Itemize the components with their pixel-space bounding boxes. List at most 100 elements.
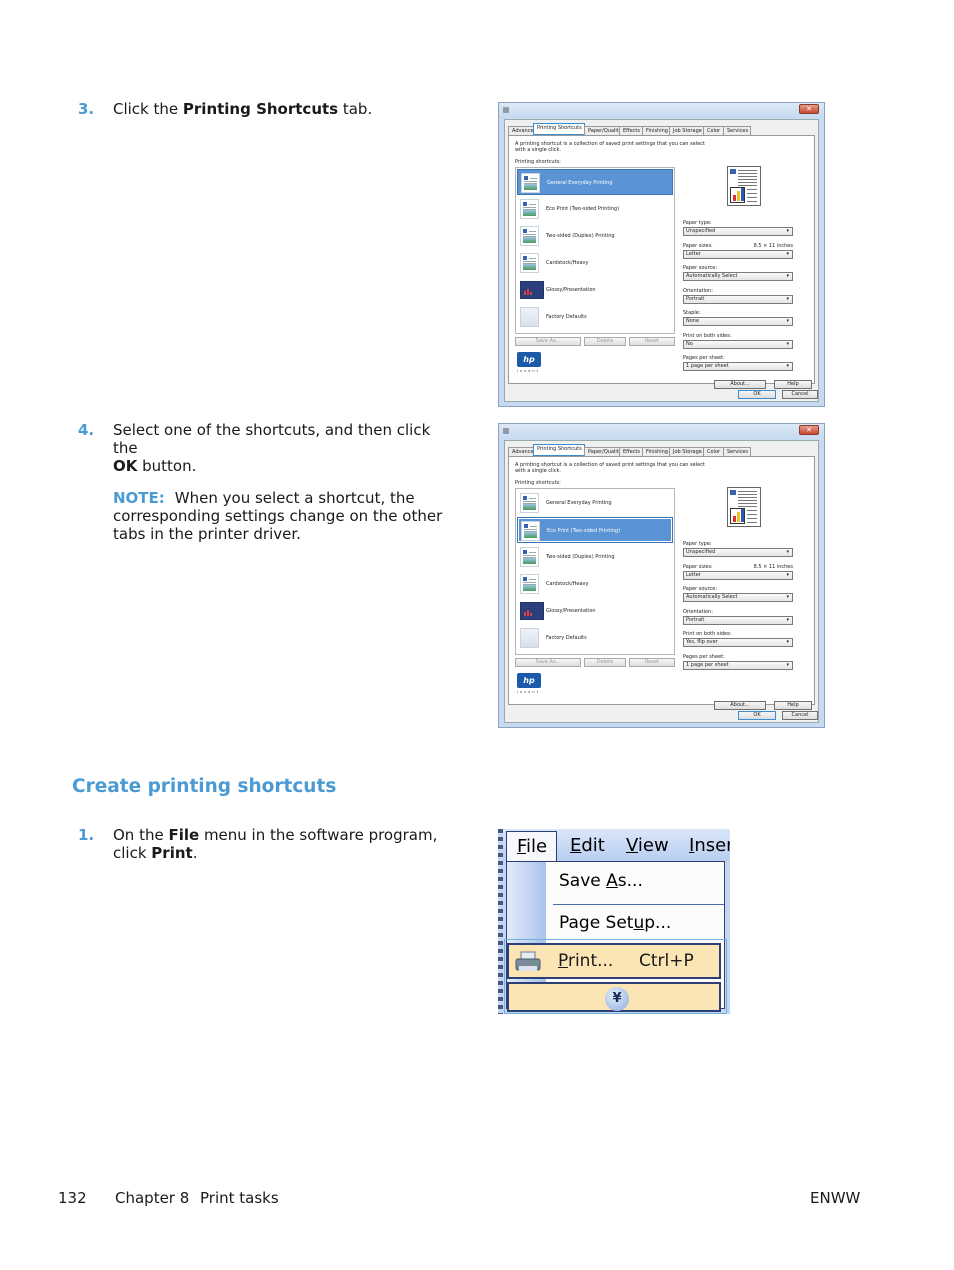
shortcut-item[interactable]: Eco Print (Two-sided Printing) [517,196,673,222]
shortcut-item[interactable]: Eco Print (Two-sided Printing) [517,517,673,543]
help-button[interactable]: Help [774,701,812,710]
chapter-label: Chapter 8 [115,1189,190,1207]
title-bar: ✕ [499,103,824,118]
paper-source-select[interactable]: Automatically Select [683,593,793,602]
tab-effects[interactable]: Effects [619,126,643,135]
cancel-button[interactable]: Cancel [782,390,818,399]
tab-paper-quality[interactable]: Paper/Quality [584,447,622,456]
close-button[interactable]: ✕ [799,104,819,114]
reset-button[interactable]: Reset [629,337,675,346]
shortcuts-list[interactable]: General Everyday Printing Eco Print (Two-… [515,167,675,334]
text: button. [137,457,197,475]
orientation-select[interactable]: Portrait [683,615,793,625]
paper-size-select[interactable]: Letter [683,249,793,259]
tab-printing-shortcuts[interactable]: Printing Shortcuts [533,444,585,456]
printer-dialog-2: ✕ Advanced Printing Shortcuts Paper/Quality… [498,423,825,728]
about-button[interactable]: About... [714,701,766,710]
shortcut-name: General Everyday Printing [546,500,612,506]
delete-button[interactable]: Delete [584,337,626,346]
hp-logo: hp [517,673,541,688]
tab-panel: A printing shortcut is a collection of s… [508,135,815,389]
menu-edit[interactable]: Edit [570,835,605,856]
paper-source-label: Paper source: [683,586,718,592]
tab-paper-quality[interactable]: Paper/Quality [584,126,622,135]
about-button[interactable]: About... [714,380,766,389]
text: On the [113,826,169,844]
pages-per-sheet-select[interactable]: 1 page per sheet [683,660,793,670]
menu-item-page-setup[interactable]: Page Setup... [559,913,671,933]
tab-printing-shortcuts[interactable]: Printing Shortcuts [533,123,585,135]
chevron-double-down-icon[interactable]: ¥ [605,987,629,1011]
section-heading: Create printing shortcuts [72,776,337,797]
description: A printing shortcut is a collection of s… [515,141,705,153]
menu-insert[interactable]: Inser [689,835,730,856]
shortcut-name: Cardstock/Heavy [546,581,589,587]
tab-bar: Advanced Printing Shortcuts Paper/Quality E… [508,123,751,135]
close-button[interactable]: ✕ [799,425,819,435]
shortcut-item[interactable]: Two-sided (Duplex) Printing [517,544,673,570]
step-text: Select one of the shortcuts, and then cl… [113,421,443,543]
tab-effects[interactable]: Effects [619,447,643,456]
menu-item-print[interactable]: Print... Ctrl+P [507,943,721,979]
menu-expand-row[interactable]: ¥ [507,982,721,1012]
help-button[interactable]: Help [774,380,812,389]
text: Select one of the shortcuts, and then cl… [113,421,431,457]
paper-type-select[interactable]: Unspecified [683,227,793,236]
shortcuts-list[interactable]: General Everyday Printing Eco Print (Two-… [515,488,675,655]
menu-view[interactable]: View [626,835,669,856]
tab-color[interactable]: Color [703,126,724,135]
blank-page-icon [520,628,539,648]
paper-type-select[interactable]: Unspecified [683,548,793,557]
staple-label: Staple: [683,310,701,316]
print-both-sides-select[interactable]: No [683,339,793,349]
hp-logo: hp [517,352,541,367]
shortcut-name: General Everyday Printing [547,180,613,186]
staple-select[interactable]: None [683,317,793,326]
pages-per-sheet-select[interactable]: 1 page per sheet [683,362,793,371]
menu-file[interactable]: File [506,831,557,863]
shortcut-item[interactable]: Cardstock/Heavy [517,250,673,276]
ok-button[interactable]: OK [738,711,776,720]
tab-finishing[interactable]: Finishing [642,126,670,135]
document-icon [521,173,540,193]
orientation-select[interactable]: Portrait [683,294,793,304]
cancel-button[interactable]: Cancel [782,711,818,720]
ok-button[interactable]: OK [738,390,776,399]
paper-size-select[interactable]: Letter [683,570,793,580]
printer-app-icon [503,107,509,113]
shortcut-item[interactable]: Cardstock/Heavy [517,571,673,597]
paper-size-dimensions: 8.5 × 11 inches [753,563,793,570]
shortcut-item[interactable]: General Everyday Printing [517,490,673,516]
shortcut-item[interactable]: Factory Defaults [517,625,673,651]
pages-per-sheet-label: Pages per sheet: [683,653,725,660]
tab-job-storage[interactable]: Job Storage [669,126,704,135]
shortcut-item[interactable]: Two-sided (Duplex) Printing [517,223,673,249]
save-as-button[interactable]: Save As... [515,658,581,667]
shortcut-buttons: Save As... Delete Reset [515,337,675,346]
tab-color[interactable]: Color [703,447,724,456]
tab-advanced[interactable]: Advanced [508,126,537,135]
menu-item-save-as[interactable]: Save As... [559,871,643,891]
tab-finishing[interactable]: Finishing [642,447,670,456]
delete-button[interactable]: Delete [584,658,626,667]
tab-services[interactable]: Services [723,447,751,456]
step-text: On the File menu in the software program… [113,826,443,862]
tab-services[interactable]: Services [723,126,751,135]
print-both-sides-select[interactable]: Yes, flip over [683,638,793,647]
shortcut-item[interactable]: Glossy/Presentation [517,598,673,624]
paper-source-select[interactable]: Automatically Select [683,272,793,281]
reset-button[interactable]: Reset [629,658,675,667]
text: tab. [338,100,373,118]
tab-advanced[interactable]: Advanced [508,447,537,456]
shortcut-item[interactable]: Factory Defaults [517,304,673,330]
paper-size-label: Paper sizes: [683,563,713,570]
save-as-button[interactable]: Save As... [515,337,581,346]
chapter-title: Print tasks [200,1189,279,1207]
glossy-icon [520,281,544,299]
file-menu-screenshot: File Edit View Inser Save As... Page Set… [498,829,730,1014]
shortcut-item[interactable]: Glossy/Presentation [517,277,673,303]
document-icon [521,521,540,541]
shortcut-item[interactable]: General Everyday Printing [517,169,673,195]
bold-term: Print [151,844,193,862]
tab-job-storage[interactable]: Job Storage [669,447,704,456]
